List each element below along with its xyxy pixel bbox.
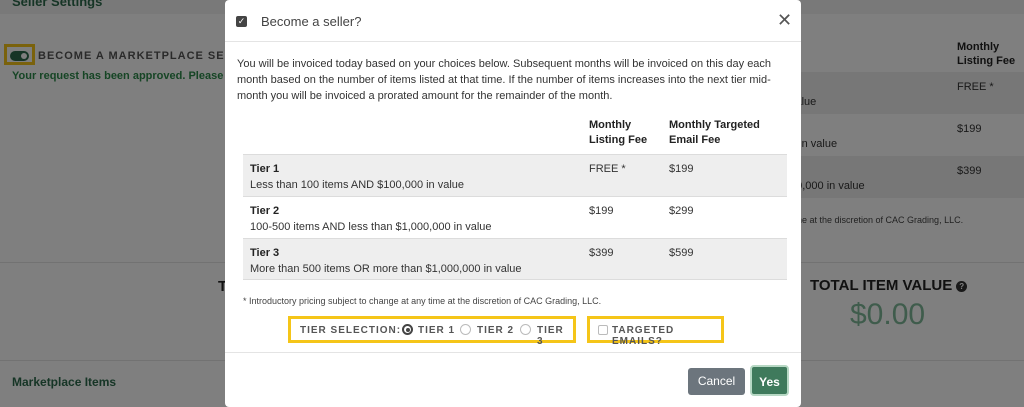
- modal-footer: Cancel Yes: [225, 352, 801, 407]
- tier-name: Tier 2: [250, 205, 280, 217]
- cancel-button[interactable]: Cancel: [688, 368, 745, 395]
- tier-description: Less than 100 items AND $100,000 in valu…: [250, 179, 465, 191]
- pricing-footnote: * Introductory pricing subject to change…: [243, 296, 602, 306]
- yes-button[interactable]: Yes: [750, 365, 789, 396]
- close-icon[interactable]: ✕: [777, 11, 792, 29]
- listing-fee-header: Monthly Listing Fee: [589, 118, 647, 148]
- tier-3-radio[interactable]: [520, 324, 531, 335]
- table-row: Tier 3 More than 500 items OR more than …: [243, 238, 787, 280]
- modal-header: ✓ Become a seller? ✕: [225, 0, 801, 42]
- email-fee-header-line2: Email Fee: [669, 134, 721, 146]
- tier-1-radio[interactable]: [402, 324, 413, 335]
- tier-name: Tier 1: [250, 163, 280, 175]
- tier-name: Tier 3: [250, 247, 280, 259]
- listing-fee-header-line1: Monthly: [589, 119, 632, 131]
- email-fee: $299: [669, 205, 694, 217]
- modal-title: Become a seller?: [261, 14, 362, 29]
- targeted-emails-group: TARGETED EMAILS?: [587, 316, 724, 347]
- checkbox-icon: ✓: [236, 16, 247, 27]
- targeted-emails-label[interactable]: TARGETED EMAILS?: [612, 325, 721, 347]
- tier-selection-group: TIER SELECTION: TIER 1 TIER 2 TIER 3: [288, 316, 576, 347]
- email-fee-header: Monthly Targeted Email Fee: [669, 118, 760, 148]
- email-fee-header-line1: Monthly Targeted: [669, 119, 760, 131]
- email-fee: $199: [669, 163, 694, 175]
- table-row: Tier 2 100-500 items AND less than $1,00…: [243, 196, 787, 238]
- tier-1-label[interactable]: TIER 1: [418, 325, 455, 336]
- table-row: Tier 1 Less than 100 items AND $100,000 …: [243, 154, 787, 196]
- tier-description: More than 500 items OR more than $1,000,…: [250, 263, 522, 275]
- listing-fee-header-line2: Listing Fee: [589, 134, 648, 146]
- listing-fee: $399: [589, 247, 614, 259]
- listing-fee: FREE *: [589, 163, 626, 175]
- tier-3-label[interactable]: TIER 3: [537, 325, 573, 347]
- email-fee: $599: [669, 247, 694, 259]
- tier-2-label[interactable]: TIER 2: [477, 325, 514, 336]
- invoice-intro-text: You will be invoiced today based on your…: [237, 58, 772, 102]
- become-seller-modal: ✓ Become a seller? ✕ You will be invoice…: [225, 0, 801, 407]
- targeted-emails-checkbox[interactable]: [598, 325, 608, 335]
- tier-description: 100-500 items AND less than $1,000,000 i…: [250, 221, 492, 233]
- listing-fee: $199: [589, 205, 614, 217]
- tier-selection-label: TIER SELECTION:: [300, 325, 402, 336]
- tier-2-radio[interactable]: [460, 324, 471, 335]
